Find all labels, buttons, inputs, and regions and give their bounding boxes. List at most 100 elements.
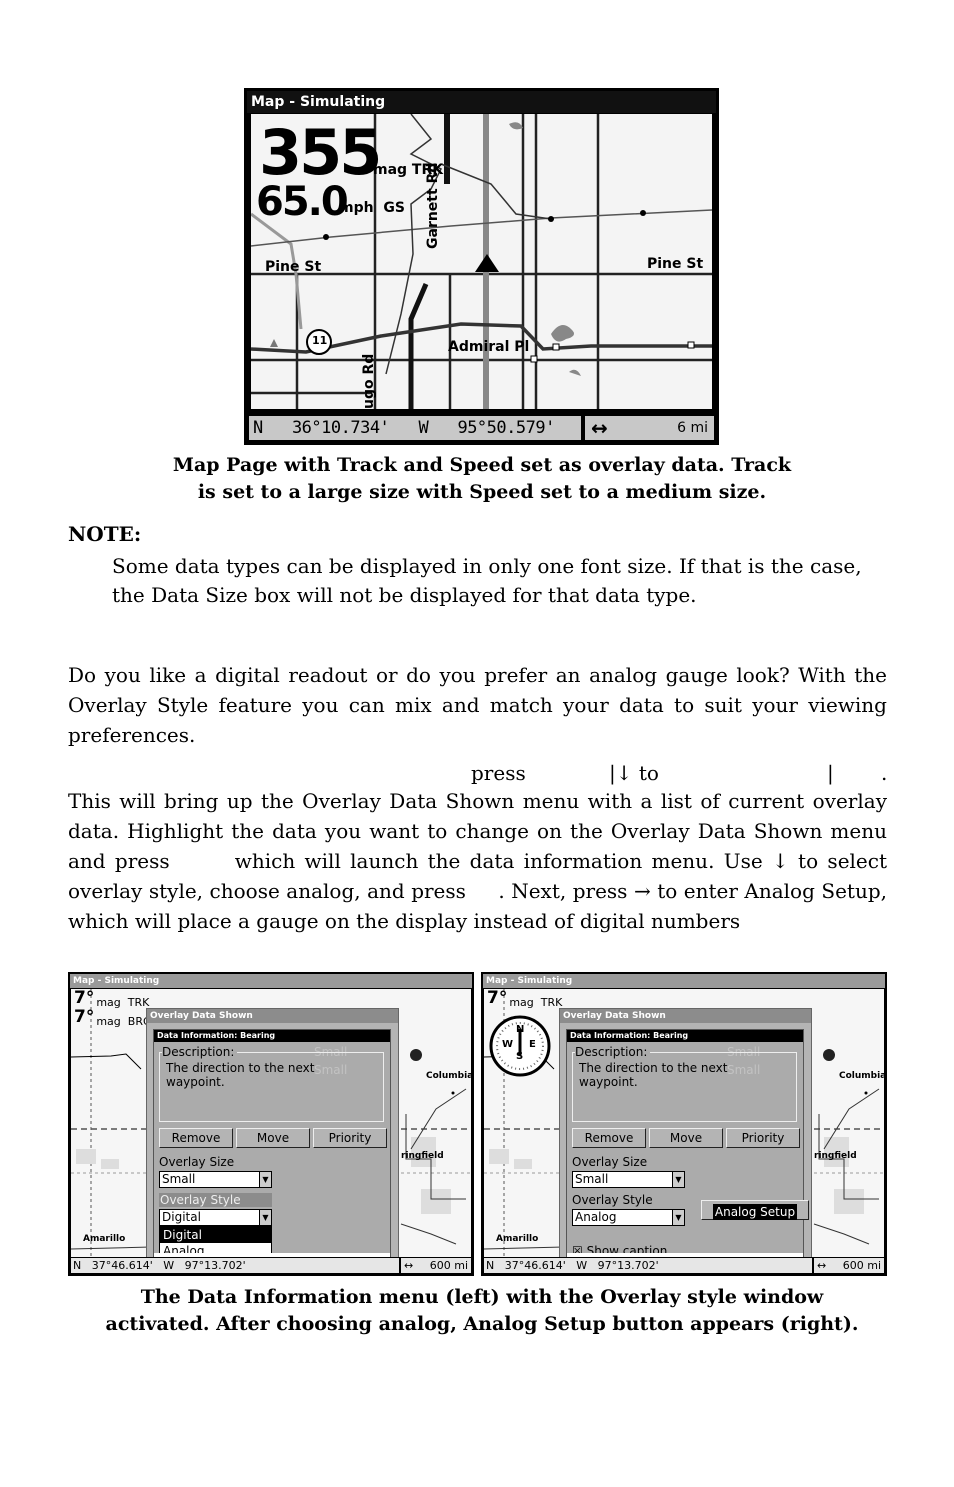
overlay-style-select[interactable]: Digital ▼ — [159, 1209, 272, 1226]
remove-button[interactable]: Remove — [159, 1128, 233, 1148]
overlay-style-label: Overlay Style — [572, 1193, 653, 1207]
chevron-down-icon: ▼ — [259, 1172, 271, 1187]
map-label-springfield: ringfield — [814, 1151, 857, 1161]
lake — [509, 122, 523, 130]
description-box: Description: The direction to the next w… — [572, 1046, 797, 1122]
analog-setup-label: Analog Setup — [712, 1204, 798, 1220]
priority-button[interactable]: Priority — [726, 1128, 800, 1148]
period: . — [881, 761, 888, 785]
priority-button[interactable]: Priority — [313, 1128, 387, 1148]
overlay-value: 7° — [487, 989, 508, 1008]
river — [400, 1223, 457, 1245]
figure-caption-1: Map Page with Track and Speed set as ove… — [60, 452, 904, 506]
longitude: W 97°13.702' — [163, 1259, 246, 1272]
option-digital[interactable]: Digital — [160, 1227, 271, 1243]
longitude: W 97°13.702' — [576, 1259, 659, 1272]
window-title: Map - Simulating — [247, 91, 716, 113]
city-dot — [864, 1091, 868, 1095]
road — [71, 1246, 152, 1250]
urban-area — [834, 1189, 864, 1214]
urban-area — [489, 1149, 509, 1164]
overlay-brg: 7° mag BRG — [74, 1008, 152, 1031]
compass-e: E — [529, 1039, 536, 1050]
move-button[interactable]: Move — [236, 1128, 310, 1148]
remove-button[interactable]: Remove — [572, 1128, 646, 1148]
screenshot-digital-style: Map - Simulating 7° mag TRK 7° mag BRG Col… — [68, 972, 474, 1276]
caption-line: is set to a large size with Speed set to… — [197, 481, 767, 503]
status-bar: N 37°46.614' W 97°13.702' ↔ 600 mi — [70, 1257, 472, 1274]
map-view: 7° mag TRK 7° mag BRG Columbia ringfield A… — [71, 989, 471, 1257]
river — [813, 1223, 870, 1245]
map-label-amarillo: Amarillo — [496, 1234, 539, 1244]
overlay-size-label: Overlay Size — [572, 1155, 648, 1169]
scale-value: 600 mi — [842, 1259, 881, 1272]
overlay-size-select[interactable]: Small ▼ — [572, 1171, 685, 1188]
zoom-range-icon: ↔ — [817, 1259, 827, 1272]
press-text: press — [471, 761, 526, 785]
scale-value: 600 mi — [429, 1259, 468, 1272]
analog-setup-button[interactable]: Analog Setup — [701, 1200, 809, 1220]
instruction-line: press |↓ to | . — [68, 758, 887, 788]
urban-area — [76, 1149, 96, 1164]
scale-value: 6 mi — [677, 420, 708, 436]
caption-line: activated. After choosing analog, Analog… — [105, 1313, 859, 1335]
map-label-pine-st: Pine St — [265, 259, 322, 275]
position-arrow-icon — [475, 254, 499, 272]
landmark-icon — [270, 339, 278, 347]
dialog-title: Data Information: Bearing — [567, 1030, 803, 1042]
map-label-ugo-rd: ugo Rd — [361, 353, 377, 409]
data-information-dialog: Data Information: Bearing Small Small De… — [153, 1029, 391, 1257]
description-label: Description: — [162, 1046, 238, 1059]
coordinates-readout: N 36°10.734' W 95°50.579' — [249, 416, 581, 440]
route-11-label: 11 — [312, 334, 328, 347]
poi-marker — [530, 355, 538, 363]
map-label-pine-st-right: Pine St — [647, 256, 704, 272]
window-title: Map - Simulating — [483, 974, 885, 988]
overlay-value: 7° — [74, 989, 95, 1008]
overlay-style-select[interactable]: Analog ▼ — [572, 1209, 685, 1226]
move-button[interactable]: Move — [649, 1128, 723, 1148]
intro-paragraph: Do you like a digital readout or do you … — [68, 663, 887, 747]
map-scale: ↔ 600 mi — [814, 1258, 884, 1273]
interstate-70-shield-icon — [823, 1049, 835, 1061]
urban-area — [421, 1189, 451, 1214]
select-value: Small — [162, 1172, 196, 1186]
poi-marker — [687, 341, 695, 349]
overlay-data-shown-dialog: Overlay Data Shown Data Information: Bea… — [559, 1008, 812, 1257]
description-text: The direction to the next waypoint. — [579, 1061, 728, 1089]
longitude: W 95°50.579' — [418, 418, 556, 438]
waypoint — [640, 210, 646, 216]
window-title: Map - Simulating — [70, 974, 472, 988]
urban-area — [101, 1159, 119, 1169]
lake — [551, 325, 575, 342]
map-scale: ↔ 600 mi — [401, 1258, 471, 1273]
select-value: Small — [575, 1172, 609, 1186]
map-label-springfield: ringfield — [401, 1151, 444, 1161]
city-dot — [451, 1091, 455, 1095]
overlay-unit: mag TRK — [509, 996, 563, 1009]
figure-caption-2: The Data Information menu (left) with th… — [60, 1284, 904, 1338]
chevron-down-icon: ▼ — [259, 1210, 271, 1225]
compass-n: N — [516, 1024, 525, 1035]
map-screenshot-track-speed: Map - Simulating 355 mag TRK 65.0 mph GS… — [244, 88, 719, 445]
waypoint — [323, 234, 329, 240]
coordinates-readout: N 37°46.614' W 97°13.702' — [484, 1258, 812, 1273]
overlay-unit: mag BRG — [96, 1015, 152, 1028]
down-to-text: |↓ to — [609, 761, 659, 785]
overlay-speed-unit: mph GS — [339, 200, 405, 216]
dialog-title: Overlay Data Shown — [560, 1009, 811, 1023]
separator: | — [827, 761, 834, 785]
compass-w: W — [502, 1039, 514, 1050]
button-row: Remove Move Priority — [159, 1128, 387, 1148]
button-row: Remove Move Priority — [572, 1128, 800, 1148]
map-scale: ↔ 6 mi — [585, 416, 714, 440]
interstate-70-shield-icon — [410, 1049, 422, 1061]
chevron-down-icon: ▼ — [672, 1210, 684, 1225]
waypoint — [548, 216, 554, 222]
lake — [569, 369, 581, 376]
overlay-size-select[interactable]: Small ▼ — [159, 1171, 272, 1188]
status-bar: N 37°46.614' W 97°13.702' ↔ 600 mi — [483, 1257, 885, 1274]
select-value: Analog — [575, 1210, 617, 1224]
stream — [440, 163, 552, 220]
poi-marker — [552, 343, 560, 351]
